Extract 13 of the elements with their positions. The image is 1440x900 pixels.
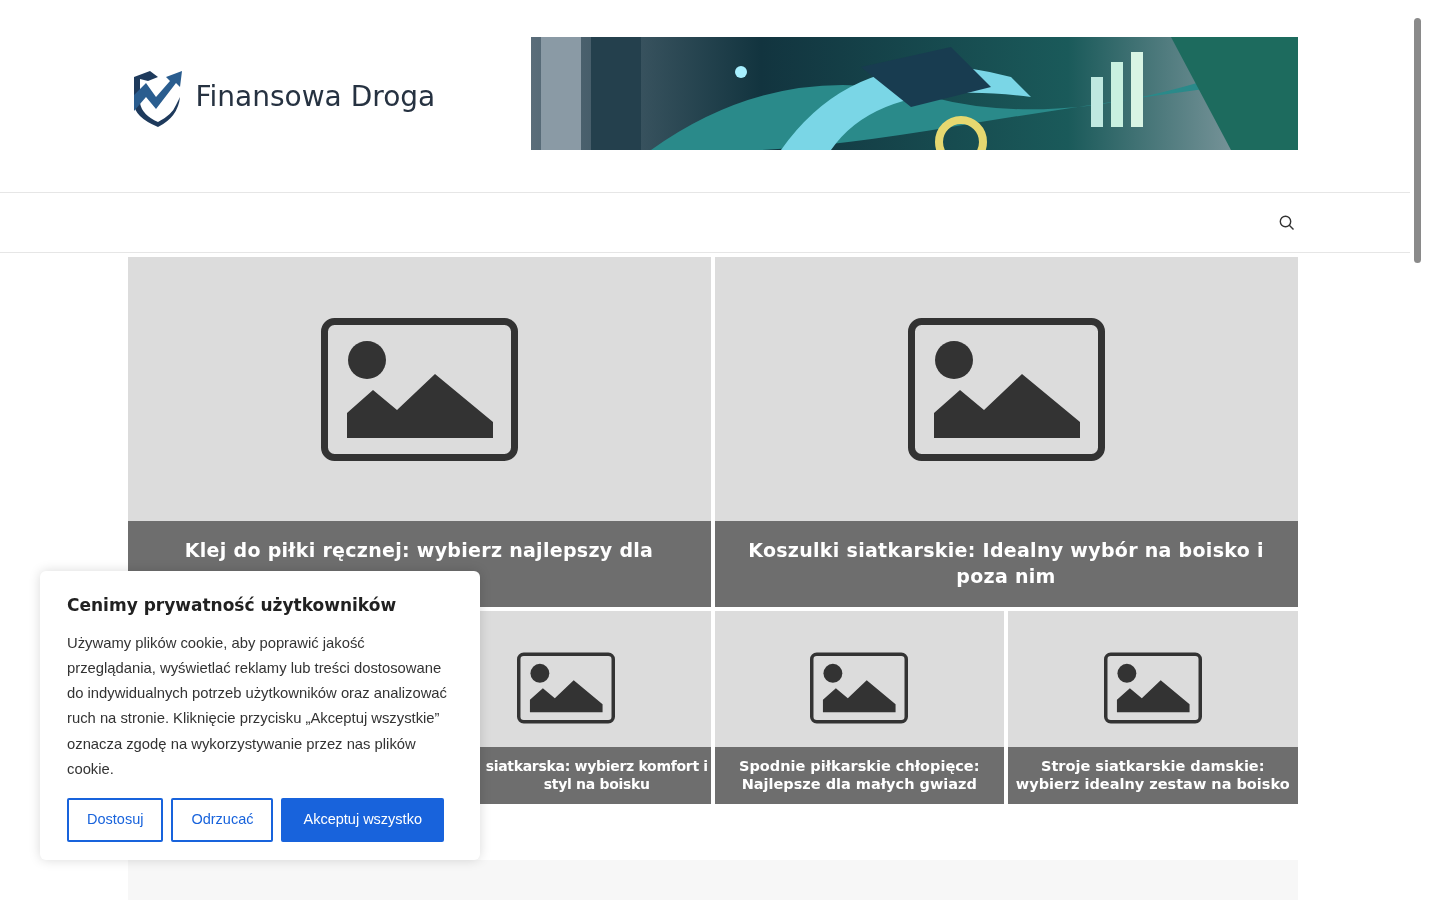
search-icon[interactable] <box>1278 215 1295 231</box>
accept-button[interactable]: Akceptuj wszystko <box>281 798 444 843</box>
image-placeholder-icon <box>907 317 1105 461</box>
image-placeholder-icon <box>516 652 615 724</box>
post-title[interactable]: Spodnie piłkarskie chłopięce: Najlepsze dla małych gwiazd <box>714 747 1004 804</box>
image-placeholder-icon <box>320 317 518 461</box>
dialog-button[interactable]: Dostosuj <box>67 798 164 843</box>
post-title[interactable]: Stroje siatkarskie damskie: wybierz idealny zestaw na boisko <box>1008 747 1298 804</box>
post-title[interactable]: Koszulki siatkarskie: Idealny wybór na boisko i poza nim <box>714 521 1298 607</box>
dialog-button[interactable]: Odrzucać <box>171 798 274 843</box>
site-logo-text[interactable]: Finansowa Droga <box>195 75 436 118</box>
image-placeholder-icon <box>1103 652 1202 724</box>
image-placeholder-icon <box>810 652 909 724</box>
